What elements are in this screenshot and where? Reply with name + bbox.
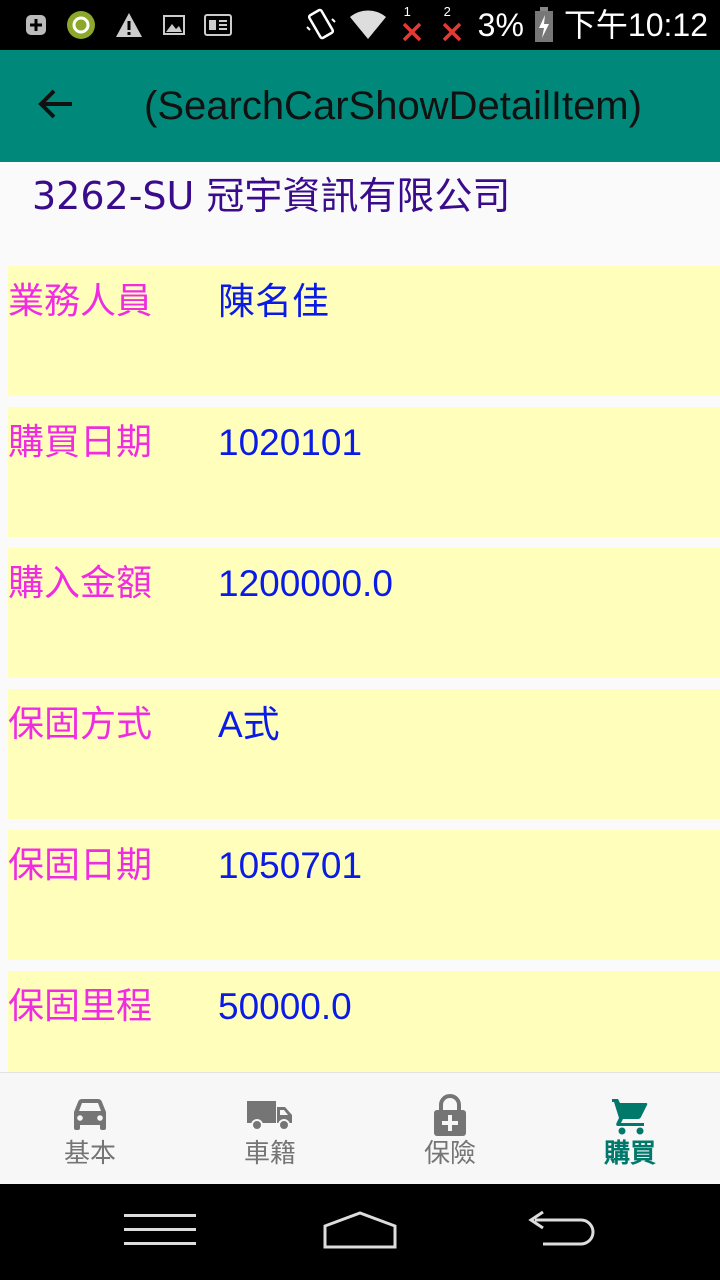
app-bar: (SearchCarShowDetailItem) xyxy=(0,50,720,162)
tab-label: 保險 xyxy=(423,1139,476,1169)
detail-list: 業務人員 陳名佳 購買日期 1020101 購入金額 1200000.0 保固方… xyxy=(8,266,720,1072)
signal-sim1-x-icon: 1 xyxy=(398,4,428,44)
detail-content[interactable]: 3262-SU 冠宇資訊有限公司 業務人員 陳名佳 購買日期 1020101 購… xyxy=(0,162,720,1072)
lock-plus-icon xyxy=(426,1093,474,1137)
row-value: 陳名佳 xyxy=(218,281,329,322)
wifi-icon xyxy=(348,9,388,41)
tab-insurance[interactable]: 保險 xyxy=(360,1073,540,1185)
home-button[interactable] xyxy=(320,1208,400,1256)
row-label: 購入金額 xyxy=(8,563,153,604)
row-value: 50000.0 xyxy=(218,986,352,1027)
row-label: 保固方式 xyxy=(8,704,153,745)
row-label: 購買日期 xyxy=(8,422,153,463)
tab-label: 車籍 xyxy=(243,1139,296,1169)
vibrate-icon xyxy=(304,7,338,43)
ge-app-icon xyxy=(204,14,232,36)
warning-icon xyxy=(114,11,144,39)
detail-row-warranty-mileage: 保固里程 50000.0 xyxy=(8,971,720,1072)
tab-basic[interactable]: 基本 xyxy=(0,1073,180,1185)
detail-row-warranty-type: 保固方式 A式 xyxy=(8,689,720,819)
tab-purchase[interactable]: 購買 xyxy=(540,1073,720,1185)
menu-icon xyxy=(122,1212,198,1252)
cart-icon xyxy=(606,1093,654,1137)
menu-button[interactable] xyxy=(120,1208,200,1256)
status-bar: 1 2 3% 下午10:12 xyxy=(0,0,720,50)
signal-sim2-x-icon: 2 xyxy=(438,4,468,44)
row-value: 1200000.0 xyxy=(218,563,393,604)
detail-row-purchase-date: 購買日期 1020101 xyxy=(8,407,720,537)
row-label: 保固日期 xyxy=(8,845,153,886)
sim1-label: 1 xyxy=(403,4,411,19)
green-circle-app-icon xyxy=(66,10,96,40)
row-label: 保固里程 xyxy=(8,986,153,1027)
tab-label: 購買 xyxy=(603,1139,656,1169)
arrow-back-icon xyxy=(38,88,74,124)
back-button[interactable] xyxy=(26,80,86,132)
system-navigation-bar xyxy=(0,1184,720,1280)
plus-box-icon xyxy=(24,13,48,37)
row-label: 業務人員 xyxy=(8,281,153,322)
page-title: (SearchCarShowDetailItem) xyxy=(144,84,642,128)
row-value: 1050701 xyxy=(218,845,363,886)
company-header: 3262-SU 冠宇資訊有限公司 xyxy=(32,174,511,218)
detail-row-warranty-date: 保固日期 1050701 xyxy=(8,830,720,960)
detail-row-purchase-amount: 購入金額 1200000.0 xyxy=(8,548,720,678)
image-icon xyxy=(162,13,186,37)
bottom-navigation: 基本 車籍 保險 購買 xyxy=(0,1072,720,1184)
row-value: A式 xyxy=(218,704,280,745)
truck-icon xyxy=(246,1093,294,1137)
status-time: 下午10:12 xyxy=(563,7,708,43)
system-status-icons: 1 2 3% 下午10:12 xyxy=(304,4,708,44)
tab-label: 基本 xyxy=(63,1139,116,1169)
notification-icons xyxy=(24,10,232,40)
car-icon xyxy=(66,1093,114,1137)
tab-registration[interactable]: 車籍 xyxy=(180,1073,360,1185)
system-back-button[interactable] xyxy=(522,1208,598,1256)
battery-percent: 3% xyxy=(477,7,524,43)
back-icon xyxy=(525,1210,595,1254)
home-icon xyxy=(322,1210,398,1254)
detail-row-salesperson: 業務人員 陳名佳 xyxy=(8,266,720,396)
sim2-label: 2 xyxy=(443,4,451,19)
row-value: 1020101 xyxy=(218,422,363,463)
battery-charging-icon xyxy=(534,7,554,43)
